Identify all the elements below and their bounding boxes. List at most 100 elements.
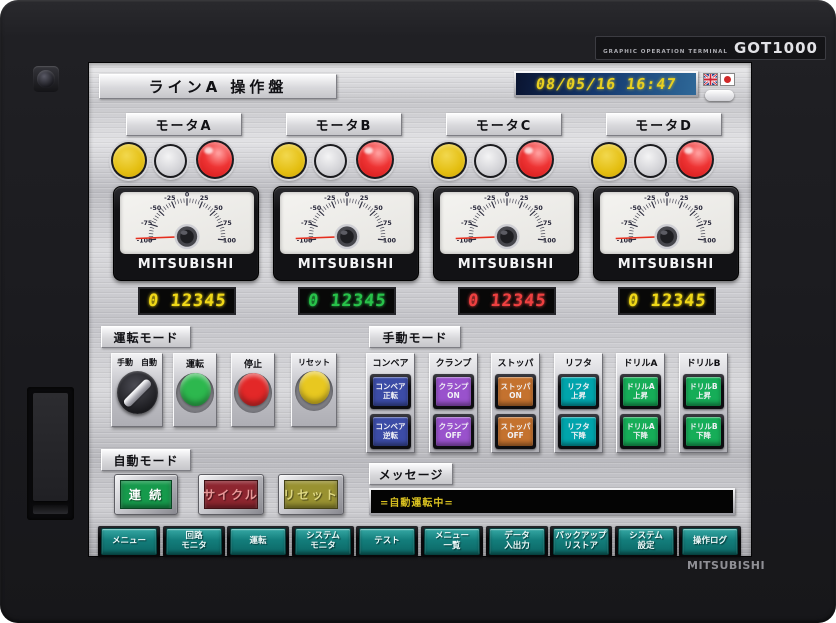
datetime-value: 08/05/16 16:47 xyxy=(535,75,678,93)
group-header: クランプ xyxy=(430,356,477,371)
red-lamp xyxy=(356,140,394,179)
manual-group-conveyor: コンベア コンベア 正転 コンベア 逆転 xyxy=(366,353,415,453)
sensor-lens-icon xyxy=(37,70,55,88)
fkey-test: テスト xyxy=(356,526,418,557)
svg-text:75: 75 xyxy=(703,220,712,227)
run-mode-section-label: 運転モード xyxy=(101,326,191,348)
manual-group-clamp: クランプ クランプ ON クランプ OFF xyxy=(429,353,478,453)
digital-counter: 0 12345 xyxy=(298,287,396,315)
white-lamp xyxy=(154,144,187,178)
fkey-menu-list: メニュー 一覧 xyxy=(421,526,483,557)
drill-b-down-button[interactable]: ドリルB 下降 xyxy=(683,414,724,449)
touch-screen: ラインA 操作盤 08/05/16 16:47 モータA -100-75-50-… xyxy=(88,62,752,557)
device-bezel: GRAPHIC OPERATION TERMINAL GOT1000 MITSU… xyxy=(0,0,836,623)
svg-text:25: 25 xyxy=(520,195,529,202)
motor-label: モータB xyxy=(286,113,402,136)
continuous-button[interactable]: 連 続 xyxy=(114,474,178,515)
yellow-lamp xyxy=(111,142,147,179)
message-text: =自動運転中= xyxy=(380,494,454,509)
got1000-logo: GRAPHIC OPERATION TERMINAL GOT1000 xyxy=(595,36,826,60)
auto-reset-button[interactable]: リセット xyxy=(278,474,344,515)
clamp-off-button[interactable]: クランプ OFF xyxy=(433,414,474,449)
digital-counter: 0 12345 xyxy=(138,287,236,315)
data-io-button[interactable]: データ 入出力 xyxy=(489,528,545,555)
got-logo-subtitle: GRAPHIC OPERATION TERMINAL xyxy=(603,49,728,55)
run-button[interactable] xyxy=(180,373,211,406)
circuit-monitor-button[interactable]: 回路 モニタ xyxy=(166,528,222,555)
stopper-off-button[interactable]: ストッパ OFF xyxy=(495,414,536,449)
svg-text:50: 50 xyxy=(374,205,383,212)
manual-group-drill-a: ドリルA ドリルA 上昇 ドリルA 下降 xyxy=(616,353,665,453)
yellow-lamp xyxy=(431,142,467,179)
stop-button[interactable] xyxy=(238,373,269,406)
digital-counter: 0 12345 xyxy=(618,287,716,315)
interface-cover[interactable] xyxy=(27,387,74,520)
svg-text:50: 50 xyxy=(534,205,543,212)
cycle-button[interactable]: サイクル xyxy=(198,474,264,515)
system-monitor-button[interactable]: システム モニタ xyxy=(295,528,351,555)
fkey-system-monitor: システム モニタ xyxy=(292,526,354,557)
meter-brand-label: MITSUBISHI xyxy=(274,257,418,272)
svg-text:50: 50 xyxy=(694,205,703,212)
drill-a-down-button[interactable]: ドリルA 下降 xyxy=(620,414,661,449)
white-lamp xyxy=(474,144,507,178)
group-header: ドリルB xyxy=(680,356,727,371)
white-lamp xyxy=(634,144,667,178)
language-switch-button[interactable] xyxy=(705,90,734,101)
motor-section-b: モータB -100-75-50-250255075100 MITSUBISHI … xyxy=(266,111,426,317)
manual-group-lifter: リフタ リフタ 上昇 リフタ 下降 xyxy=(554,353,603,453)
fkey-menu: メニュー xyxy=(98,526,160,557)
svg-text:100: 100 xyxy=(703,238,717,245)
reset-button[interactable] xyxy=(299,371,330,404)
analog-meter: -100-75-50-250255075100 MITSUBISHI xyxy=(433,186,579,281)
menu-button[interactable]: メニュー xyxy=(101,528,157,555)
svg-text:-75: -75 xyxy=(141,220,152,227)
stopper-on-button[interactable]: ストッパ ON xyxy=(495,374,536,409)
yellow-lamp xyxy=(591,142,627,179)
svg-text:100: 100 xyxy=(543,238,557,245)
conveyor-reverse-button[interactable]: コンベア 逆転 xyxy=(370,414,411,449)
got-logo-model: GOT1000 xyxy=(734,39,818,57)
menu-list-button[interactable]: メニュー 一覧 xyxy=(424,528,480,555)
meter-brand-label: MITSUBISHI xyxy=(114,257,258,272)
analog-meter: -100-75-50-250255075100 MITSUBISHI xyxy=(593,186,739,281)
japan-flag-icon[interactable] xyxy=(720,73,735,86)
svg-text:-50: -50 xyxy=(310,205,322,212)
motor-label: モータD xyxy=(606,113,722,136)
human-sensor xyxy=(33,66,59,92)
drill-b-up-button[interactable]: ドリルB 上昇 xyxy=(683,374,724,409)
drill-a-up-button[interactable]: ドリルA 上昇 xyxy=(620,374,661,409)
svg-text:25: 25 xyxy=(200,195,209,202)
uk-flag-icon[interactable] xyxy=(703,73,718,86)
analog-meter: -100-75-50-250255075100 MITSUBISHI xyxy=(113,186,259,281)
mode-selector[interactable]: 手動 自動 xyxy=(111,353,163,427)
operation-log-button[interactable]: 操作ログ xyxy=(682,528,738,555)
backup-restore-button[interactable]: バックアップ リストア xyxy=(553,528,609,555)
conveyor-forward-button[interactable]: コンベア 正転 xyxy=(370,374,411,409)
svg-text:-75: -75 xyxy=(621,220,632,227)
run-screen-button[interactable]: 運転 xyxy=(230,528,286,555)
lifter-down-button[interactable]: リフタ 下降 xyxy=(558,414,599,449)
test-button[interactable]: テスト xyxy=(359,528,415,555)
manual-mode-section-label: 手動モード xyxy=(369,326,461,348)
svg-text:0: 0 xyxy=(665,192,670,198)
rotary-switch-knob[interactable] xyxy=(117,371,158,414)
motor-label: モータA xyxy=(126,113,242,136)
fkey-system-settings: システム 設定 xyxy=(615,526,677,557)
svg-text:75: 75 xyxy=(543,220,552,227)
svg-text:-25: -25 xyxy=(484,195,495,202)
analog-meter-scale: -100-75-50-250255075100 xyxy=(280,192,414,254)
analog-meter: -100-75-50-250255075100 MITSUBISHI xyxy=(273,186,419,281)
lifter-up-button[interactable]: リフタ 上昇 xyxy=(558,374,599,409)
red-lamp xyxy=(676,140,714,179)
svg-text:0: 0 xyxy=(345,192,350,198)
clamp-on-button[interactable]: クランプ ON xyxy=(433,374,474,409)
message-section-label: メッセージ xyxy=(369,463,453,485)
mitsubishi-bezel-logo: MITSUBISHI xyxy=(687,559,765,572)
datetime-display: 08/05/16 16:47 xyxy=(514,71,698,97)
analog-meter-scale: -100-75-50-250255075100 xyxy=(600,192,734,254)
system-settings-button[interactable]: システム 設定 xyxy=(618,528,674,555)
manual-group-stopper: ストッパ ストッパ ON ストッパ OFF xyxy=(491,353,540,453)
group-header: コンベア xyxy=(367,356,414,371)
motor-section-d: モータD -100-75-50-250255075100 MITSUBISHI … xyxy=(586,111,746,317)
